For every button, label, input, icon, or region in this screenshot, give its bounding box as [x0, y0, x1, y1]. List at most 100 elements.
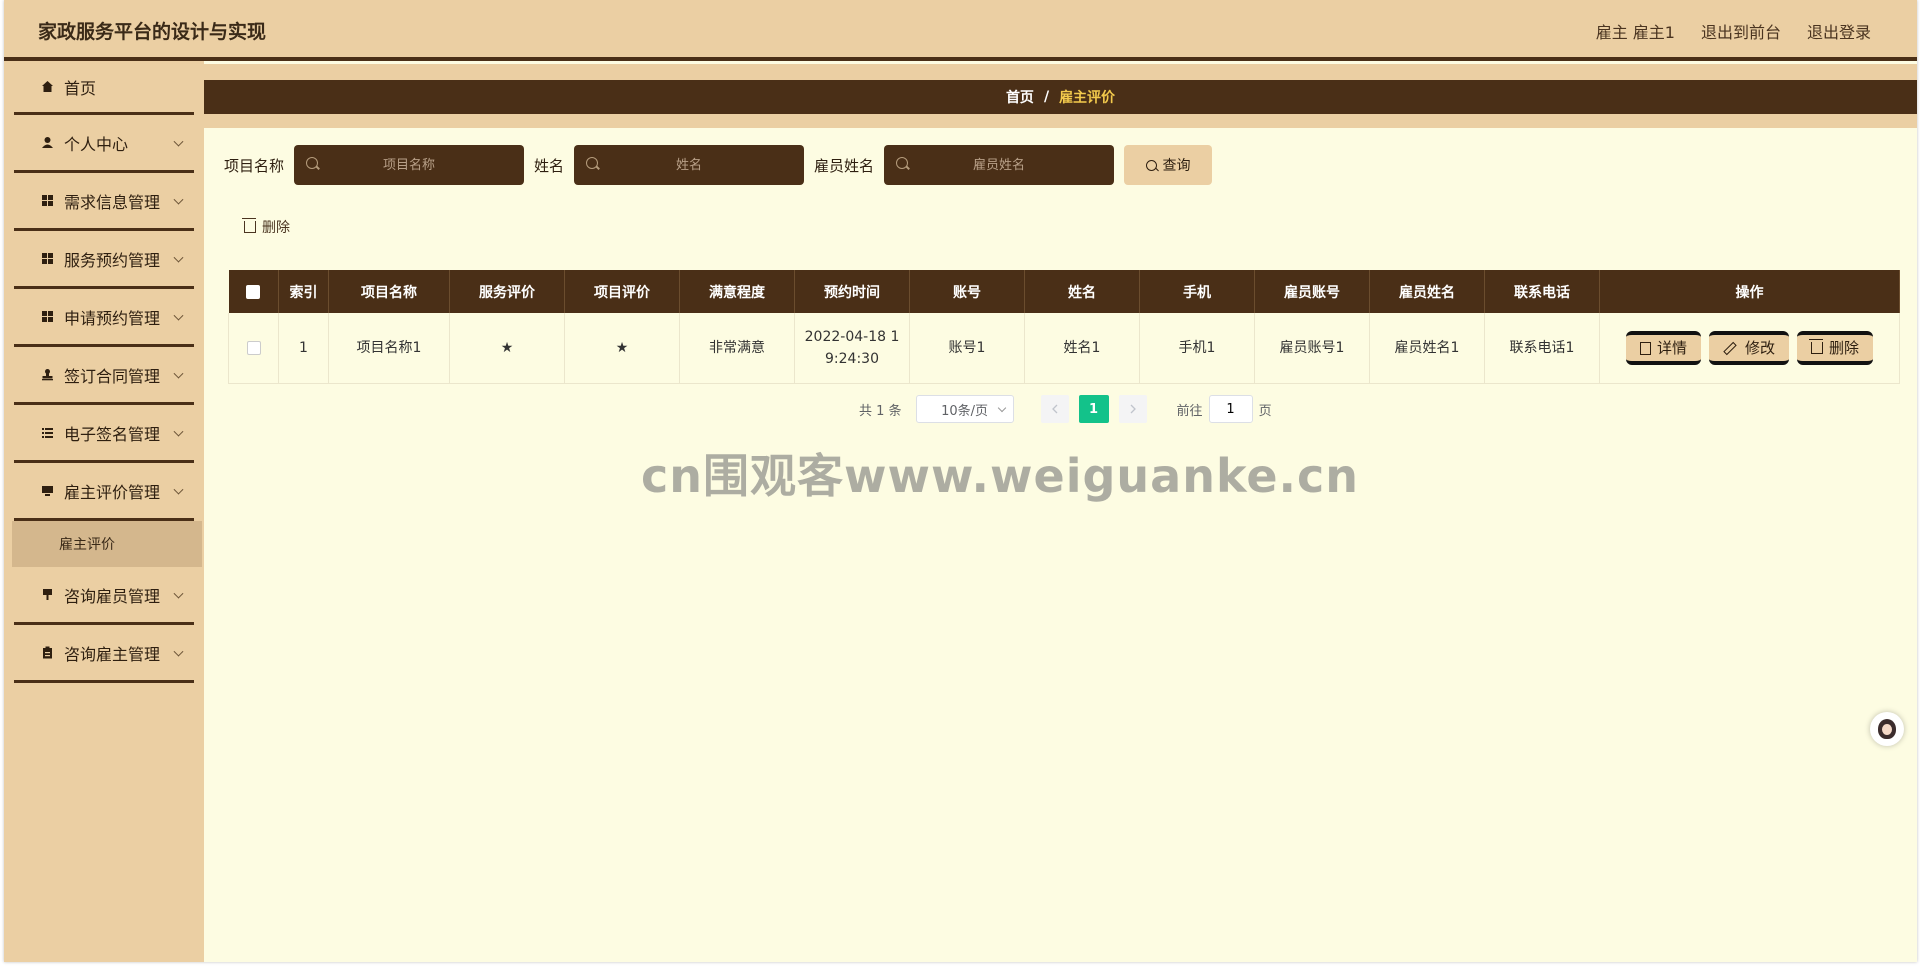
column-header: 姓名 — [1024, 270, 1140, 313]
page-size-value: 10条/页 — [941, 403, 989, 419]
batch-delete-button[interactable]: 删除 — [242, 214, 290, 240]
employee-name-field — [884, 145, 1115, 185]
edit-button[interactable]: 修改 — [1708, 331, 1789, 365]
column-header: 项目评价 — [564, 270, 680, 313]
sidebar-item-label: 申请预约管理 — [64, 308, 161, 328]
page-number-current[interactable]: 1 — [1078, 395, 1109, 423]
search-bar: 项目名称 姓名 雇员姓名 查询 — [224, 145, 1213, 185]
sidebar-item-consult-employee[interactable]: 咨询雇员管理 — [14, 567, 194, 625]
sidebar-item-label: 签订合同管理 — [64, 366, 161, 386]
name-input[interactable] — [597, 156, 782, 174]
column-header: 雇员账号 — [1254, 270, 1370, 313]
detail-button-label: 详情 — [1656, 339, 1687, 357]
search-icon — [306, 157, 319, 169]
sidebar-item-contract[interactable]: 签订合同管理 — [14, 347, 194, 405]
sidebar-item-label: 首页 — [64, 78, 97, 98]
project-name-field — [294, 145, 525, 185]
row-select-cell — [228, 313, 279, 384]
sidebar-item-personal-center[interactable]: 个人中心 — [14, 115, 194, 173]
page-suffix: 页 — [1258, 403, 1272, 419]
cell-employee-account: 雇员账号1 — [1254, 313, 1370, 384]
stamp-icon — [40, 368, 54, 382]
sidebar-item-apply-booking[interactable]: 申请预约管理 — [14, 289, 194, 347]
goto-label: 前往 — [1176, 403, 1203, 419]
cell-contact: 联系电话1 — [1484, 313, 1600, 384]
cell-service-rating: ★ — [449, 313, 565, 384]
delete-button-label: 删除 — [1829, 339, 1860, 357]
next-page-button[interactable] — [1118, 395, 1147, 423]
app-frame: 家政服务平台的设计与实现 雇主 雇主1 退出到前台 退出登录 首页 个人中心 需… — [4, 0, 1917, 962]
search-icon — [896, 157, 909, 169]
sidebar-item-label: 需求信息管理 — [64, 192, 161, 212]
sidebar-item-label: 服务预约管理 — [64, 250, 161, 270]
sidebar-item-consult-employer[interactable]: 咨询雇主管理 — [14, 625, 194, 683]
sidebar-item-label: 个人中心 — [64, 134, 129, 154]
goto-page-input[interactable] — [1208, 395, 1253, 423]
grid-icon — [40, 310, 54, 324]
row-checkbox[interactable] — [246, 341, 261, 355]
app-title: 家政服务平台的设计与实现 — [38, 21, 267, 43]
sidebar-item-service-booking[interactable]: 服务预约管理 — [14, 231, 194, 289]
cell-name: 姓名1 — [1024, 313, 1140, 384]
sidebar-item-label: 电子签名管理 — [64, 424, 161, 444]
current-user[interactable]: 雇主 雇主1 — [1596, 19, 1675, 43]
review-table: 索引 项目名称 服务评价 项目评价 满意程度 预约时间 账号 姓名 手机 雇员账… — [228, 270, 1900, 384]
chevron-right-icon — [1130, 404, 1136, 414]
sidebar-item-demand[interactable]: 需求信息管理 — [14, 173, 194, 231]
grid-icon — [40, 194, 54, 208]
cell-actions: 详情 修改 删除 — [1599, 313, 1900, 384]
logout-link[interactable]: 退出登录 — [1807, 19, 1871, 43]
clipboard-icon — [40, 646, 54, 660]
column-header: 雇员姓名 — [1369, 270, 1485, 313]
edit-icon — [1723, 341, 1737, 355]
sidebar-item-employer-review[interactable]: 雇主评价管理 — [14, 463, 194, 521]
sidebar-item-label: 咨询雇员管理 — [64, 586, 161, 606]
chevron-down-icon — [173, 310, 184, 321]
cell-index: 1 — [278, 313, 329, 384]
project-name-input[interactable] — [317, 156, 502, 174]
delete-button[interactable]: 删除 — [1797, 331, 1874, 365]
row-actions: 详情 修改 删除 — [1604, 331, 1895, 365]
batch-delete-label: 删除 — [262, 220, 290, 236]
employee-name-label: 雇员姓名 — [814, 156, 875, 175]
breadcrumb-home[interactable]: 首页 — [1006, 87, 1034, 107]
chevron-down-icon — [173, 194, 184, 205]
employee-name-input[interactable] — [907, 156, 1092, 174]
search-icon — [1145, 159, 1157, 171]
column-header: 操作 — [1599, 270, 1900, 313]
sidebar-item-home[interactable]: 首页 — [14, 61, 194, 115]
column-header: 手机 — [1139, 270, 1255, 313]
pagination-total: 共 1 条 — [859, 403, 902, 419]
table-header-row: 索引 项目名称 服务评价 项目评价 满意程度 预约时间 账号 姓名 手机 雇员账… — [228, 270, 1900, 313]
column-header: 满意程度 — [679, 270, 795, 313]
sidebar-item-label: 雇主评价管理 — [64, 482, 161, 502]
select-all-checkbox[interactable] — [246, 284, 261, 299]
chevron-down-icon — [173, 252, 184, 263]
sidebar-item-e-signature[interactable]: 电子签名管理 — [14, 405, 194, 463]
cell-satisfaction: 非常满意 — [679, 313, 795, 384]
column-header: 预约时间 — [794, 270, 910, 313]
submenu-item-employer-review[interactable]: 雇主评价 — [12, 521, 202, 567]
trash-icon — [1809, 339, 1823, 354]
chevron-down-icon — [173, 368, 184, 379]
breadcrumb-current: 雇主评价 — [1059, 90, 1116, 106]
list-icon — [40, 426, 54, 440]
to-front-link[interactable]: 退出到前台 — [1701, 19, 1781, 43]
prev-page-button[interactable] — [1040, 395, 1069, 423]
name-field — [574, 145, 805, 185]
page-size-select[interactable]: 10条/页 — [915, 395, 1014, 423]
detail-button[interactable]: 详情 — [1625, 331, 1701, 365]
document-icon — [1639, 341, 1651, 355]
cell-employee-name: 雇员姓名1 — [1369, 313, 1485, 384]
trash-icon — [242, 218, 256, 233]
chevron-down-icon — [173, 426, 184, 437]
assistant-avatar[interactable] — [1870, 712, 1904, 746]
query-button[interactable]: 查询 — [1124, 145, 1213, 185]
cell-phone: 手机1 — [1139, 313, 1255, 384]
chevron-down-icon — [173, 136, 184, 147]
breadcrumb-wrap: 首页 / 雇主评价 — [204, 64, 1917, 128]
chevron-down-icon — [173, 646, 184, 657]
chevron-down-icon — [173, 588, 184, 599]
cell-account: 账号1 — [909, 313, 1025, 384]
column-header: 索引 — [278, 270, 329, 313]
